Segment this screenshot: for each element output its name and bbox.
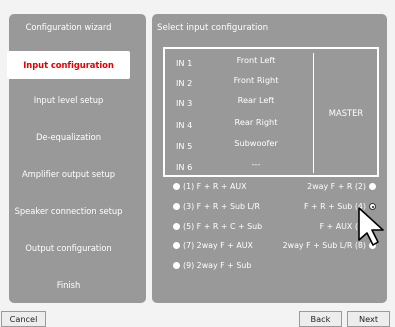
radio-button[interactable]	[173, 203, 180, 210]
top-strip	[0, 0, 395, 8]
mouse-pointer-icon	[358, 207, 384, 246]
input-value: Front Right	[233, 75, 279, 85]
input-value: Rear Right	[234, 117, 278, 127]
sidebar-item-input-configuration[interactable]: Input configuration	[7, 51, 130, 79]
option-label: 2way F + R (2)	[307, 182, 366, 191]
option-label: (1) F + R + AUX	[183, 182, 247, 191]
radio-button[interactable]	[369, 183, 376, 190]
option-label: 2way F + Sub L/R (8)	[282, 241, 366, 250]
app-window: Configuration wizard Input configuration…	[0, 0, 395, 327]
master-label: MASTER	[328, 108, 364, 118]
sidebar-item-finish[interactable]: Finish	[0, 280, 137, 290]
input-label: IN 3	[176, 98, 193, 108]
sidebar-item-amplifier-output-setup[interactable]: Amplifier output setup	[0, 169, 137, 179]
option-1[interactable]: (1) F + R + AUX	[170, 182, 247, 191]
option-2[interactable]: 2way F + R (2)	[307, 182, 379, 191]
radio-button[interactable]	[173, 183, 180, 190]
option-3[interactable]: (3) F + R + Sub L/R	[170, 202, 260, 211]
input-value: Front Left	[236, 55, 276, 65]
input-value: ---	[251, 159, 261, 169]
cancel-button[interactable]: Cancel	[1, 311, 46, 327]
sidebar-item-de-equalization[interactable]: De-equalization	[0, 132, 137, 142]
sidebar-item-speaker-connection-setup[interactable]: Speaker connection setup	[0, 206, 137, 216]
option-7[interactable]: (7) 2way F + AUX	[170, 241, 253, 250]
option-5[interactable]: (5) F + R + C + Sub	[170, 222, 262, 231]
input-label: IN 1	[176, 58, 193, 68]
sidebar-item-configuration-wizard[interactable]: Configuration wizard	[0, 22, 137, 32]
option-label: (5) F + R + C + Sub	[183, 222, 263, 231]
input-label: IN 2	[176, 78, 193, 88]
radio-button[interactable]	[173, 242, 180, 249]
option-9[interactable]: (9) 2way F + Sub	[170, 261, 251, 270]
back-button[interactable]: Back	[299, 311, 342, 327]
sidebar-item-output-configuration[interactable]: Output configuration	[0, 243, 137, 253]
input-label: IN 4	[176, 120, 193, 130]
input-label: IN 5	[176, 141, 193, 151]
sidebar-item-input-level-setup[interactable]: Input level setup	[0, 95, 137, 105]
next-button[interactable]: Next	[347, 311, 390, 327]
radio-button[interactable]	[173, 223, 180, 230]
option-label: (9) 2way F + Sub	[183, 261, 252, 270]
input-value: Rear Left	[237, 95, 275, 105]
input-label: IN 6	[176, 162, 193, 172]
page-title: Select input configuration	[157, 23, 269, 33]
radio-button[interactable]	[173, 262, 180, 269]
option-label: (7) 2way F + AUX	[183, 241, 253, 250]
option-label: (3) F + R + Sub L/R	[183, 202, 261, 211]
input-value: Subwoofer	[234, 138, 278, 148]
